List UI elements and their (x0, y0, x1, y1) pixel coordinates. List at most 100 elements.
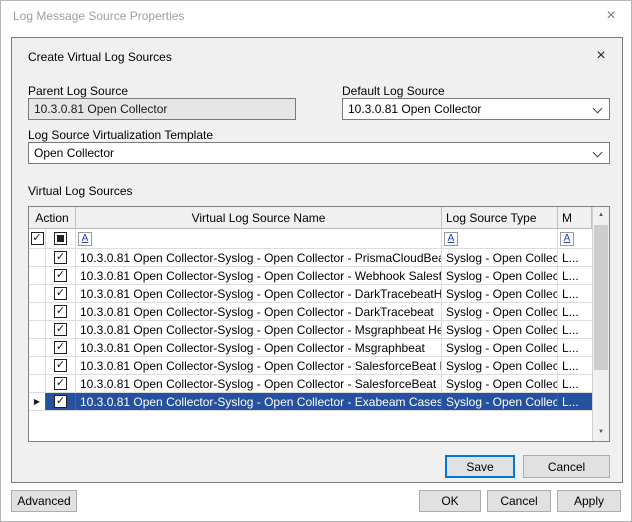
check-icon: ✓ (56, 306, 65, 317)
row-type: Syslog - Open Collect... (442, 303, 558, 320)
filter-marker-cell: ✓ (29, 229, 46, 248)
row-name: 10.3.0.81 Open Collector-Syslog - Open C… (76, 321, 442, 338)
default-log-source-label: Default Log Source (342, 84, 445, 98)
filter-name-cell: A (76, 229, 442, 248)
row-action-cell: ✓ (46, 321, 76, 338)
default-log-source-select[interactable]: 10.3.0.81 Open Collector (342, 98, 610, 120)
row-marker-cell (29, 321, 46, 338)
filter-icon[interactable]: A (78, 232, 92, 246)
row-checkbox[interactable]: ✓ (54, 395, 67, 408)
log-message-source-properties-window: Log Message Source Properties × Create V… (0, 0, 632, 522)
row-marker-cell (29, 285, 46, 302)
row-m: L... (558, 249, 592, 266)
filter-row: ✓ A A A (29, 229, 592, 249)
table-row[interactable]: ✓ 10.3.0.81 Open Collector-Syslog - Open… (29, 285, 592, 303)
dialog-close-icon[interactable]: × (590, 45, 612, 67)
ok-button[interactable]: OK (419, 490, 481, 512)
template-value: Open Collector (34, 146, 114, 160)
indeterminate-checkbox[interactable] (54, 232, 67, 245)
table-row[interactable]: ✓ 10.3.0.81 Open Collector-Syslog - Open… (29, 375, 592, 393)
check-icon: ✓ (56, 378, 65, 389)
create-virtual-log-sources-dialog: Create Virtual Log Sources × Parent Log … (11, 37, 623, 483)
table-row[interactable]: ✓ 10.3.0.81 Open Collector-Syslog - Open… (29, 339, 592, 357)
row-name: 10.3.0.81 Open Collector-Syslog - Open C… (76, 267, 442, 284)
scroll-up-icon[interactable]: ▲ (593, 207, 609, 224)
scroll-down-icon[interactable]: ▼ (593, 424, 609, 441)
window-close-icon[interactable]: × (599, 5, 623, 27)
template-select[interactable]: Open Collector (28, 142, 610, 164)
row-checkbox[interactable]: ✓ (54, 323, 67, 336)
row-name: 10.3.0.81 Open Collector-Syslog - Open C… (76, 249, 442, 266)
row-action-cell: ✓ (46, 393, 76, 410)
row-type: Syslog - Open Collect... (442, 285, 558, 302)
cancel-button[interactable]: Cancel (487, 490, 551, 512)
col-header-action[interactable]: Action (29, 207, 76, 228)
row-m: L... (558, 375, 592, 392)
row-checkbox[interactable]: ✓ (54, 251, 67, 264)
table-row[interactable]: ✓ 10.3.0.81 Open Collector-Syslog - Open… (29, 249, 592, 267)
table-row[interactable]: ✓ 10.3.0.81 Open Collector-Syslog - Open… (29, 321, 592, 339)
row-checkbox[interactable]: ✓ (54, 269, 67, 282)
chevron-down-icon (593, 104, 603, 114)
filter-m-cell: A (558, 229, 592, 248)
row-m: L... (558, 267, 592, 284)
filter-action-cell (46, 229, 76, 248)
row-name: 10.3.0.81 Open Collector-Syslog - Open C… (76, 393, 442, 410)
row-name: 10.3.0.81 Open Collector-Syslog - Open C… (76, 339, 442, 356)
row-m: L... (558, 393, 592, 410)
save-button[interactable]: Save (445, 455, 515, 478)
window-titlebar: Log Message Source Properties × (1, 1, 631, 31)
current-row-marker-icon: ▶ (34, 397, 40, 406)
vertical-scrollbar[interactable]: ▲ ▼ (592, 207, 609, 441)
row-action-cell: ✓ (46, 267, 76, 284)
table-row-selected[interactable]: ▶ ✓ 10.3.0.81 Open Collector-Syslog - Op… (29, 393, 592, 411)
filter-icon[interactable]: A (560, 232, 574, 246)
row-marker-cell (29, 249, 46, 266)
row-action-cell: ✓ (46, 357, 76, 374)
select-all-checkbox[interactable]: ✓ (31, 232, 44, 245)
template-label: Log Source Virtualization Template (28, 128, 213, 142)
dialog-cancel-button[interactable]: Cancel (523, 455, 610, 478)
row-checkbox[interactable]: ✓ (54, 377, 67, 390)
indeterminate-icon (57, 235, 64, 242)
table-header-row: Action Virtual Log Source Name Log Sourc… (29, 207, 592, 229)
window-title: Log Message Source Properties (13, 9, 184, 23)
scrollbar-thumb[interactable] (594, 225, 608, 370)
check-icon: ✓ (56, 324, 65, 335)
row-m: L... (558, 339, 592, 356)
row-name: 10.3.0.81 Open Collector-Syslog - Open C… (76, 357, 442, 374)
filter-type-cell: A (442, 229, 558, 248)
row-action-cell: ✓ (46, 339, 76, 356)
row-type: Syslog - Open Collect... (442, 249, 558, 266)
check-icon: ✓ (32, 233, 41, 244)
row-action-cell: ✓ (46, 249, 76, 266)
virtual-log-sources-label: Virtual Log Sources (28, 184, 133, 198)
row-checkbox[interactable]: ✓ (54, 305, 67, 318)
row-name: 10.3.0.81 Open Collector-Syslog - Open C… (76, 285, 442, 302)
row-marker-cell (29, 303, 46, 320)
check-icon: ✓ (56, 396, 65, 407)
col-header-name[interactable]: Virtual Log Source Name (76, 207, 442, 228)
row-action-cell: ✓ (46, 375, 76, 392)
table-row[interactable]: ✓ 10.3.0.81 Open Collector-Syslog - Open… (29, 357, 592, 375)
filter-icon[interactable]: A (444, 232, 458, 246)
default-log-source-value: 10.3.0.81 Open Collector (348, 102, 481, 116)
col-header-type[interactable]: Log Source Type (442, 207, 558, 228)
col-header-m[interactable]: M (558, 207, 592, 228)
row-marker-cell (29, 375, 46, 392)
row-name: 10.3.0.81 Open Collector-Syslog - Open C… (76, 303, 442, 320)
row-checkbox[interactable]: ✓ (54, 287, 67, 300)
apply-button[interactable]: Apply (557, 490, 621, 512)
chevron-down-icon (593, 148, 603, 158)
row-checkbox[interactable]: ✓ (54, 341, 67, 354)
advanced-button[interactable]: Advanced (11, 490, 77, 512)
parent-log-source-label: Parent Log Source (28, 84, 128, 98)
table-row[interactable]: ✓ 10.3.0.81 Open Collector-Syslog - Open… (29, 303, 592, 321)
row-checkbox[interactable]: ✓ (54, 359, 67, 372)
parent-log-source-field[interactable]: 10.3.0.81 Open Collector (28, 98, 296, 120)
row-type: Syslog - Open Collect... (442, 267, 558, 284)
check-icon: ✓ (56, 252, 65, 263)
check-icon: ✓ (56, 288, 65, 299)
table-row[interactable]: ✓ 10.3.0.81 Open Collector-Syslog - Open… (29, 267, 592, 285)
row-type: Syslog - Open Collect... (442, 375, 558, 392)
